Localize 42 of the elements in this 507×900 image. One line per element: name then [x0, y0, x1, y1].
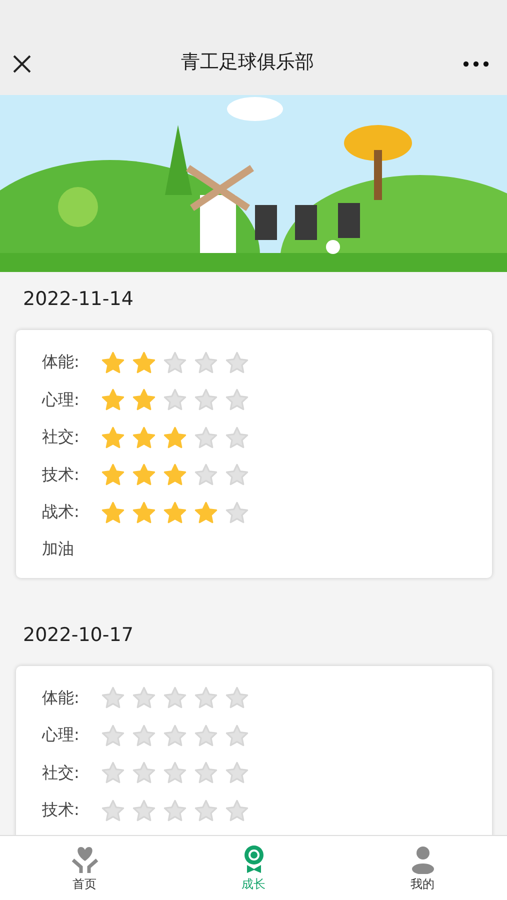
- star-icon: [131, 500, 157, 526]
- empty-star-icon: [100, 722, 126, 749]
- empty-star-icon: [162, 798, 188, 824]
- rating-label: 体能:: [42, 688, 80, 709]
- empty-star-icon: [162, 722, 188, 749]
- empty-star-icon: [224, 722, 250, 749]
- star-icon: [131, 350, 157, 376]
- rating-label: 体能:: [42, 352, 80, 374]
- empty-star-icon: [193, 424, 219, 451]
- coach-comment: 加油: [42, 538, 75, 560]
- tab-item[interactable]: 首页: [0, 836, 169, 900]
- record-date: 2022-10-17: [22, 622, 134, 648]
- empty-star-icon: [131, 798, 157, 824]
- page-title: 青工足球俱乐部: [181, 50, 314, 75]
- rating-label: 技术:: [42, 800, 80, 822]
- star-icon: [193, 500, 219, 526]
- empty-star-icon: [224, 500, 250, 526]
- star-icon: [162, 424, 188, 451]
- empty-star-icon: [224, 350, 250, 376]
- star-icon: [100, 500, 126, 526]
- rating-label: 心理:: [42, 725, 80, 746]
- rating-label: 战术:: [42, 502, 80, 524]
- rating-label: 技术:: [42, 464, 80, 486]
- empty-star-icon: [131, 722, 157, 749]
- empty-star-icon: [224, 424, 250, 451]
- empty-star-icon: [193, 722, 219, 749]
- rating-label: 社交:: [42, 762, 80, 784]
- star-icon: [162, 500, 188, 526]
- rating-label: 社交:: [42, 427, 80, 448]
- star-icon: [100, 350, 126, 376]
- empty-star-icon: [193, 350, 219, 376]
- empty-star-icon: [100, 798, 126, 824]
- empty-star-icon: [224, 798, 250, 824]
- empty-star-icon: [193, 798, 219, 824]
- tab-item[interactable]: 我的: [338, 836, 507, 900]
- star-icon: [131, 424, 157, 451]
- star-icon: [100, 424, 126, 451]
- empty-star-icon: [162, 350, 188, 376]
- close-icon[interactable]: [12, 54, 32, 74]
- rating-label: 心理:: [42, 390, 80, 411]
- more-icon[interactable]: [463, 61, 489, 67]
- record-date: 2022-11-14: [22, 287, 134, 312]
